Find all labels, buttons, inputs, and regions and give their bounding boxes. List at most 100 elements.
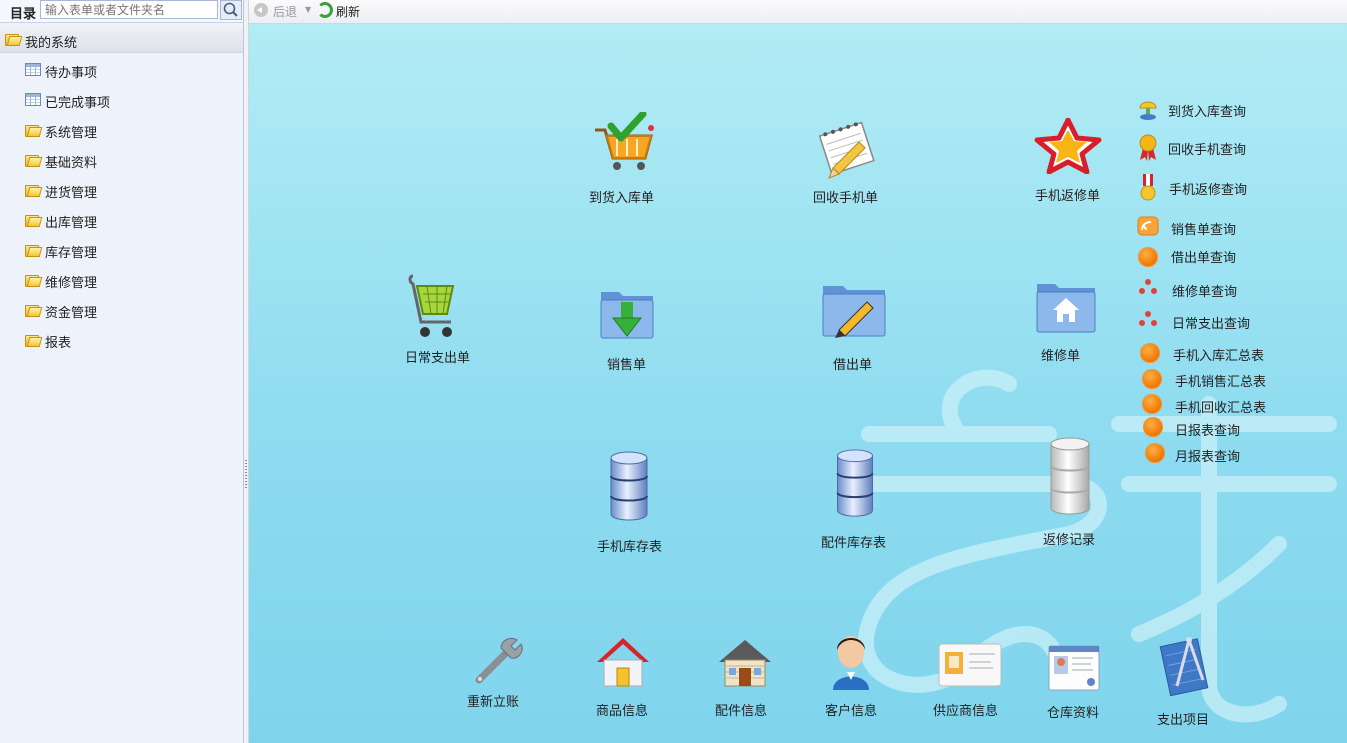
query-label: 手机入库汇总表	[1173, 349, 1265, 364]
refresh-label: 刷新	[336, 5, 361, 19]
tree-item-label: 系统管理	[45, 126, 98, 141]
database-icon	[836, 449, 874, 517]
tile-label: 手机返修单	[1035, 189, 1101, 204]
tile-label: 配件库存表	[821, 536, 887, 551]
splitter-grip[interactable]	[245, 460, 247, 488]
query-label: 回收手机查询	[1168, 143, 1247, 158]
refresh-icon	[317, 2, 333, 18]
tree-item-label: 基础资料	[45, 156, 98, 171]
tile-label: 支出项目	[1157, 713, 1210, 728]
query-label: 日报表查询	[1175, 424, 1241, 439]
tile-parts-info[interactable]: 配件信息	[715, 638, 775, 719]
search-icon	[220, 0, 242, 20]
directory-label: 目录	[10, 7, 37, 22]
search-input[interactable]	[40, 0, 218, 19]
medal-icon	[1140, 174, 1156, 201]
tree-root-label: 我的系统	[25, 36, 78, 51]
tree-item-base-data[interactable]: 基础资料	[0, 148, 243, 172]
tile-label: 销售单	[607, 358, 647, 373]
notepad-pencil-icon	[818, 121, 875, 179]
tile-label: 客户信息	[825, 704, 878, 719]
tree-item-reports[interactable]: 报表	[0, 328, 243, 352]
folder-icon	[25, 153, 43, 167]
tile-daily-expense[interactable]: 日常支出单	[405, 272, 475, 367]
red-dots-icon	[1137, 279, 1161, 299]
tree-item-label: 报表	[45, 336, 72, 351]
tile-repair-order[interactable]: 维修单	[1035, 280, 1097, 364]
tree-item-repair[interactable]: 维修管理	[0, 268, 243, 292]
tile-expense-items[interactable]: 支出项目	[1157, 636, 1217, 728]
award-ribbon-icon	[1139, 134, 1157, 161]
orange-dot-icon	[1145, 443, 1165, 463]
green-cart-icon	[408, 274, 455, 337]
red-dots-icon	[1137, 311, 1161, 331]
folder-pencil-icon	[822, 286, 886, 338]
back-arrow-icon	[254, 3, 268, 17]
folder-home-icon	[1036, 284, 1096, 333]
folder-icon	[25, 183, 43, 197]
tree-root-my-system[interactable]: 我的系统	[0, 26, 243, 53]
tree-item-completed[interactable]: 已完成事项	[0, 88, 243, 112]
orange-dot-icon	[1138, 247, 1158, 267]
tile-sales[interactable]: 销售单	[599, 286, 655, 373]
rss-icon	[1137, 216, 1159, 236]
tree-item-funds[interactable]: 资金管理	[0, 298, 243, 322]
query-label: 日常支出查询	[1172, 317, 1251, 332]
table-icon	[25, 93, 41, 106]
tile-return-repair-records[interactable]: 返修记录	[1041, 436, 1111, 548]
orange-dot-icon	[1142, 394, 1162, 414]
tile-lend[interactable]: 借出单	[821, 280, 887, 373]
wrench-icon	[475, 637, 523, 684]
query-label: 手机销售汇总表	[1175, 375, 1267, 390]
toolbar: 后退 ▼ 刷新	[249, 0, 1347, 24]
tile-label: 日常支出单	[405, 351, 471, 366]
id-card-icon	[1048, 645, 1100, 691]
cabin-icon	[719, 640, 771, 687]
query-label: 维修单查询	[1172, 285, 1238, 300]
search-button[interactable]	[220, 0, 242, 20]
tile-recycle-phone[interactable]: 回收手机单	[813, 118, 883, 208]
table-icon	[25, 63, 41, 76]
tile-parts-inventory[interactable]: 配件库存表	[821, 448, 901, 551]
business-card-icon	[938, 643, 1002, 687]
tile-label: 借出单	[833, 358, 873, 373]
folder-open-icon	[5, 32, 23, 46]
tree-item-label: 维修管理	[45, 276, 98, 291]
desktop-area: 到货入库单 回收手机单 手机返修单 日常支出单 销售单 借出单 维修单 手机库存…	[249, 24, 1347, 743]
orange-dot-icon	[1142, 369, 1162, 389]
tile-product-info[interactable]: 商品信息	[595, 636, 655, 719]
database-icon	[610, 451, 648, 521]
query-label: 销售单查询	[1171, 223, 1237, 238]
tree-item-outbound[interactable]: 出库管理	[0, 208, 243, 232]
tile-supplier-info[interactable]: 供应商信息	[933, 640, 1005, 720]
tile-arrival-storage[interactable]: 到货入库单	[589, 112, 659, 207]
tile-label: 回收手机单	[813, 191, 879, 206]
tree-item-purchasing[interactable]: 进货管理	[0, 178, 243, 202]
tile-label: 手机库存表	[597, 540, 663, 555]
folder-icon	[25, 303, 43, 317]
query-label: 借出单查询	[1171, 251, 1237, 266]
tile-customer-info[interactable]: 客户信息	[823, 632, 883, 719]
orange-dot-icon	[1143, 417, 1163, 437]
query-label: 手机返修查询	[1169, 183, 1248, 198]
tree-item-system-admin[interactable]: 系统管理	[0, 118, 243, 142]
tree-item-label: 库存管理	[45, 246, 98, 261]
tile-reset-accounts[interactable]: 重新立账	[467, 636, 527, 716]
tile-label: 维修单	[1041, 349, 1081, 364]
blueprint-compass-icon	[1159, 637, 1209, 697]
tile-phone-inventory[interactable]: 手机库存表	[595, 450, 675, 555]
sidebar: 目录 我的系统 待办事项 已完成事项 系统管理 基础资料 进货管理 出库管	[0, 0, 244, 743]
tree-item-inventory[interactable]: 库存管理	[0, 238, 243, 262]
folder-download-icon	[600, 292, 654, 339]
tree-item-todo[interactable]: 待办事项	[0, 58, 243, 82]
query-label: 到货入库查询	[1168, 105, 1247, 120]
tree-item-label: 资金管理	[45, 306, 98, 321]
chevron-down-icon[interactable]: ▼	[305, 5, 311, 14]
lamp-icon	[1139, 101, 1157, 120]
tile-phone-return-repair[interactable]: 手机返修单	[1034, 118, 1105, 208]
tile-warehouse-data[interactable]: 仓库资料	[1047, 644, 1103, 724]
tree-item-label: 待办事项	[45, 66, 98, 81]
tile-label: 商品信息	[596, 704, 649, 719]
tile-label: 仓库资料	[1047, 706, 1100, 721]
house-icon	[597, 638, 649, 687]
